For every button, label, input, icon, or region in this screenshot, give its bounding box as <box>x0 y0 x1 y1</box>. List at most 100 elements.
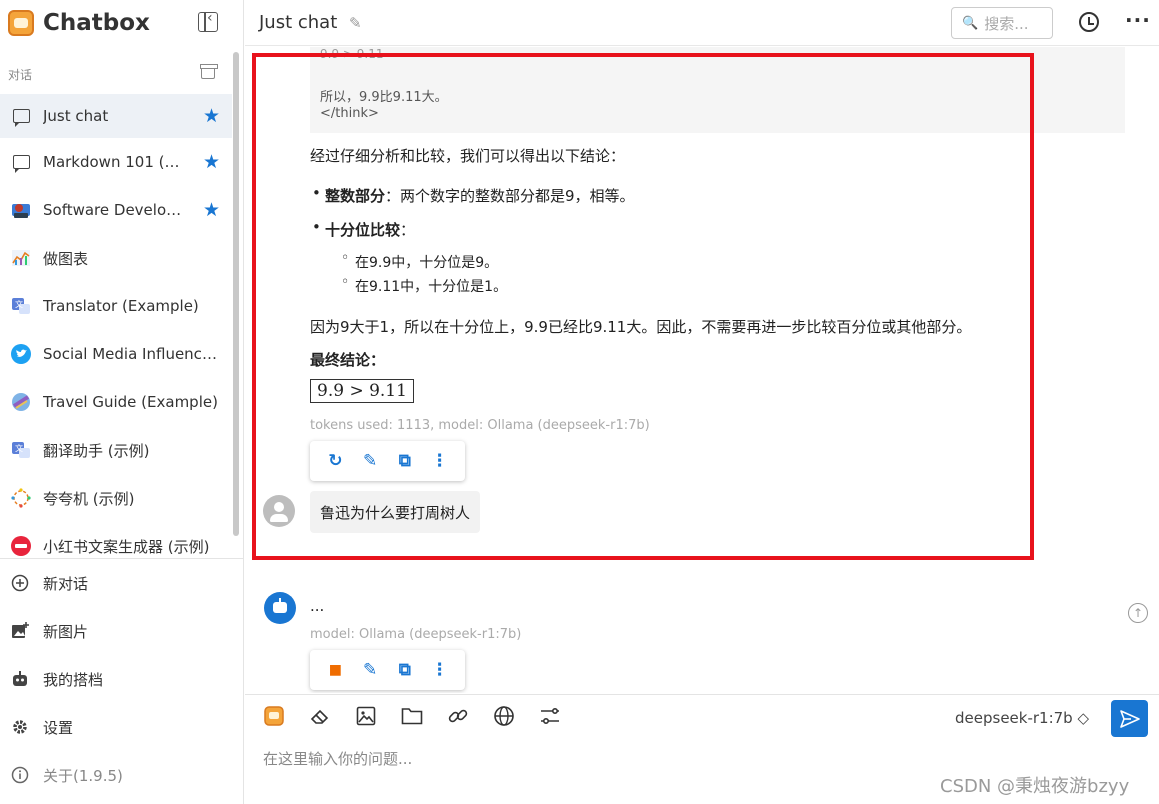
message-toolbar: ■ ✎ ⧉ ⋮ <box>310 650 465 690</box>
conversation-item-markdown[interactable]: Markdown 101 (Example) ★ <box>0 138 232 186</box>
edit-icon[interactable]: ✎ <box>359 450 381 472</box>
my-copilots-label: 我的搭档 <box>43 670 104 689</box>
section-title: 对话 <box>8 68 33 82</box>
edit-icon[interactable]: ✎ <box>359 659 381 681</box>
conversation-item-just-chat[interactable]: Just chat ★ <box>0 94 232 138</box>
conversation-item-xiaohongshu[interactable]: 小红书文案生成器 (示例) <box>0 522 232 558</box>
bot-pending-text: ... <box>310 597 325 615</box>
edit-title-icon[interactable]: ✎ <box>349 14 362 32</box>
think-line: 所以，9.9比9.11大。 <box>320 90 448 105</box>
conversation-label: Software Developer (Example) <box>43 201 183 219</box>
copy-icon[interactable]: ⧉ <box>394 450 416 472</box>
think-partial-line: 9.9 > 9.11 <box>320 47 384 61</box>
message-meta: model: Ollama (deepseek-r1:7b) <box>310 627 522 642</box>
message-list: 9.9 > 9.11 所以，9.9比9.11大。 </think> 经过仔细分析… <box>245 47 1159 693</box>
conversation-list: Just chat ★ Markdown 101 (Example) ★ Sof… <box>0 94 232 558</box>
think-close-tag: </think> <box>320 106 379 121</box>
model-selector[interactable]: deepseek-r1:7b ◇ <box>955 709 1089 727</box>
scroll-to-top-icon[interactable]: ↑ <box>1128 603 1148 623</box>
think-block: 9.9 > 9.11 所以，9.9比9.11大。 </think> <box>310 47 1125 133</box>
new-chat-button[interactable]: 新对话 <box>0 559 244 607</box>
archive-icon[interactable] <box>200 64 218 79</box>
conversation-item-social-media[interactable]: Social Media Influencer (Example) <box>0 330 232 378</box>
send-button[interactable] <box>1111 700 1148 737</box>
search-input[interactable]: 🔍 搜索... <box>951 7 1053 39</box>
twitter-avatar-icon <box>10 343 32 365</box>
answer-intro: 经过仔细分析和比较，我们可以得出以下结论： <box>310 147 626 165</box>
add-circle-icon <box>11 574 29 592</box>
travel-avatar-icon <box>10 391 32 413</box>
final-conclusion-label: 最终结论： <box>310 351 386 369</box>
more-vert-icon[interactable]: ⋮ <box>429 659 451 681</box>
eraser-icon[interactable] <box>309 705 331 727</box>
globe-icon[interactable] <box>493 705 515 727</box>
chatbox-logo-icon <box>8 10 34 36</box>
new-image-label: 新图片 <box>43 622 89 641</box>
bullet-tenths-compare: 十分位比较： <box>312 218 416 240</box>
conversation-label: 翻译助手 (示例) <box>43 441 150 460</box>
sidebar-menu: 新对话 新图片 我的搭档 设置 关于(1.9.5) <box>0 558 244 799</box>
settings-label: 设置 <box>43 718 74 737</box>
bullet-bold: 十分位比较 <box>325 221 401 239</box>
input-toolbar <box>263 705 585 727</box>
robot-icon <box>11 670 29 688</box>
star-icon[interactable]: ★ <box>203 199 220 221</box>
conversation-item-fanyi[interactable]: 文 翻译助手 (示例) <box>0 426 232 474</box>
regenerate-icon[interactable]: ↻ <box>324 450 346 472</box>
conversation-label: Just chat <box>43 107 109 125</box>
conversation-label: 夸夸机 (示例) <box>43 489 135 508</box>
more-vert-icon[interactable]: ⋮ <box>429 450 451 472</box>
more-options-icon[interactable]: ··· <box>1125 8 1151 32</box>
conversation-label: Translator (Example) <box>43 297 199 315</box>
image-icon[interactable] <box>355 705 377 727</box>
bullet-integer-part: 整数部分：两个数字的整数部分都是9，相等。 <box>312 184 635 206</box>
settings-button[interactable]: 设置 <box>0 703 244 751</box>
history-icon[interactable] <box>1079 12 1099 32</box>
conversation-item-travel-guide[interactable]: Travel Guide (Example) <box>0 378 232 426</box>
message-input[interactable]: 在这里输入你的问题... <box>263 748 412 769</box>
about-button[interactable]: 关于(1.9.5) <box>0 751 244 799</box>
bullet-text: ：两个数字的整数部分都是9，相等。 <box>385 187 635 205</box>
app-name: Chatbox <box>43 10 150 36</box>
my-copilots-button[interactable]: 我的搭档 <box>0 655 244 703</box>
bot-avatar <box>264 592 296 624</box>
collapse-sidebar-icon[interactable] <box>198 10 218 32</box>
conversation-label: Social Media Influencer (Example) <box>43 345 223 363</box>
praise-avatar-icon <box>10 487 32 509</box>
watermark: CSDN @秉烛夜游bzyy <box>940 776 1130 797</box>
svg-text:文: 文 <box>15 443 23 453</box>
bullet-text: ： <box>400 221 416 239</box>
user-message: 鲁迅为什么要打周树人 <box>310 491 481 533</box>
final-math-box: 9.9 > 9.11 <box>310 379 414 403</box>
sub-bullet: 在9.11中，十分位是1。 <box>341 274 507 296</box>
conversation-item-translator[interactable]: 文 Translator (Example) <box>0 282 232 330</box>
sidebar-scrollbar[interactable] <box>233 52 239 536</box>
copy-icon[interactable]: ⧉ <box>394 659 416 681</box>
translator-avatar-icon: 文 <box>10 295 32 317</box>
conversation-label: 做图表 <box>43 249 89 268</box>
copilot-icon[interactable] <box>263 705 285 727</box>
message-toolbar: ↻ ✎ ⧉ ⋮ <box>310 441 465 481</box>
link-icon[interactable] <box>447 705 469 727</box>
settings-sliders-icon[interactable] <box>539 705 561 727</box>
new-chat-label: 新对话 <box>43 574 89 593</box>
folder-icon[interactable] <box>401 705 423 727</box>
chat-title: Just chat <box>259 12 338 33</box>
new-image-button[interactable]: 新图片 <box>0 607 244 655</box>
chat-bubble-icon <box>10 105 32 127</box>
xiaohongshu-avatar-icon <box>10 535 32 557</box>
developer-avatar-icon <box>10 199 32 221</box>
star-icon[interactable]: ★ <box>203 105 220 127</box>
conversation-item-kuakua[interactable]: 夸夸机 (示例) <box>0 474 232 522</box>
conversation-item-software-developer[interactable]: Software Developer (Example) ★ <box>0 186 232 234</box>
stop-icon[interactable]: ■ <box>324 659 346 681</box>
chat-header: Just chat ✎ 🔍 搜索... ··· <box>245 0 1159 46</box>
conversation-label: 小红书文案生成器 (示例) <box>43 537 210 556</box>
conversation-item-chart[interactable]: 做图表 <box>0 234 232 282</box>
star-icon[interactable]: ★ <box>203 151 220 173</box>
search-placeholder: 搜索... <box>984 14 1029 33</box>
add-image-icon <box>11 622 29 640</box>
chat-bubble-icon <box>10 151 32 173</box>
conversation-label: Travel Guide (Example) <box>43 393 218 411</box>
translator-avatar-icon: 文 <box>10 439 32 461</box>
